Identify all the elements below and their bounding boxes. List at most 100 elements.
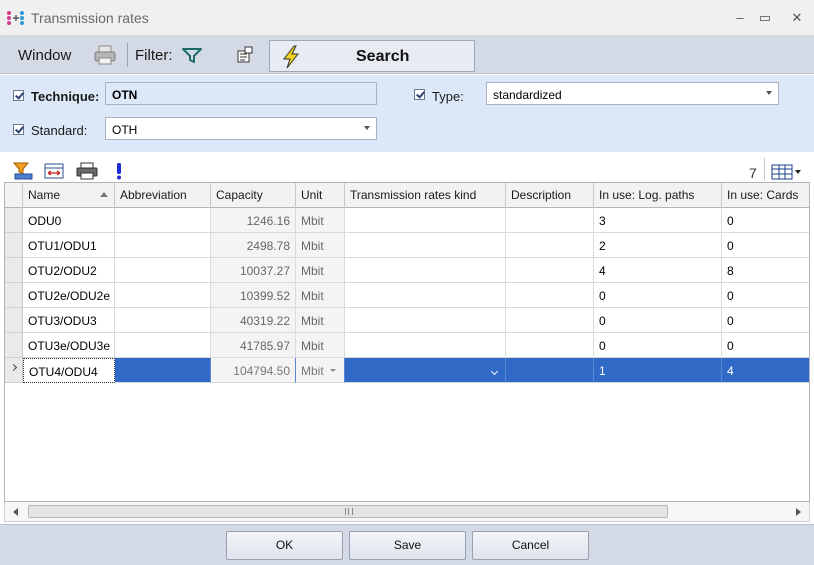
table-row[interactable]: OTU3e/ODU3e 41785.97 Mbit 0 0 <box>5 333 809 358</box>
type-dropdown[interactable]: standardized <box>486 82 779 105</box>
cell-abbreviation[interactable] <box>115 308 211 333</box>
technique-field[interactable]: OTN <box>105 82 377 105</box>
cell-description[interactable] <box>506 358 594 383</box>
column-header-abbreviation[interactable]: Abbreviation <box>115 183 211 208</box>
cell-unit[interactable]: Mbit <box>296 333 345 358</box>
cell-kind[interactable] <box>345 258 506 283</box>
row-indicator[interactable] <box>5 358 23 383</box>
cell-unit[interactable]: Mbit <box>296 258 345 283</box>
window-menu[interactable]: Window <box>18 47 71 64</box>
column-width-icon[interactable] <box>44 162 64 180</box>
cell-log-paths[interactable]: 3 <box>594 208 722 233</box>
column-header-cards[interactable]: In use: Cards <box>722 183 809 208</box>
table-row[interactable]: OTU2/ODU2 10037.27 Mbit 4 8 <box>5 258 809 283</box>
table-row[interactable]: OTU4/ODU4 104794.50 Mbit 1 4 <box>5 358 809 383</box>
cell-cards[interactable]: 8 <box>722 258 809 283</box>
column-header-capacity[interactable]: Capacity <box>211 183 296 208</box>
table-row[interactable]: OTU3/ODU3 40319.22 Mbit 0 0 <box>5 308 809 333</box>
cell-capacity[interactable]: 10399.52 <box>211 283 296 308</box>
cell-description[interactable] <box>506 308 594 333</box>
cell-description[interactable] <box>506 333 594 358</box>
minimize-button[interactable]: – <box>728 8 752 28</box>
row-indicator[interactable] <box>5 283 23 308</box>
type-checkbox[interactable] <box>414 89 425 100</box>
cell-capacity[interactable]: 40319.22 <box>211 308 296 333</box>
cell-description[interactable] <box>506 208 594 233</box>
cell-cards[interactable]: 0 <box>722 233 809 258</box>
cell-capacity[interactable]: 41785.97 <box>211 333 296 358</box>
cell-kind[interactable] <box>345 233 506 258</box>
cell-unit[interactable]: Mbit <box>296 358 345 383</box>
cancel-button[interactable]: Cancel <box>472 531 589 560</box>
cell-description[interactable] <box>506 258 594 283</box>
cell-log-paths[interactable]: 4 <box>594 258 722 283</box>
properties-icon[interactable] <box>236 46 254 64</box>
cell-name[interactable]: OTU1/ODU1 <box>23 233 115 258</box>
cell-log-paths[interactable]: 0 <box>594 308 722 333</box>
cell-log-paths[interactable]: 1 <box>594 358 722 383</box>
scroll-left-icon[interactable] <box>13 508 18 516</box>
cell-kind[interactable] <box>345 308 506 333</box>
column-header-log-paths[interactable]: In use: Log. paths <box>594 183 722 208</box>
cell-cards[interactable]: 0 <box>722 333 809 358</box>
cell-log-paths[interactable]: 0 <box>594 283 722 308</box>
cell-name[interactable]: OTU2/ODU2 <box>23 258 115 283</box>
row-indicator[interactable] <box>5 208 23 233</box>
column-header-name[interactable]: Name <box>23 183 115 208</box>
table-row[interactable]: OTU1/ODU1 2498.78 Mbit 2 0 <box>5 233 809 258</box>
close-button[interactable]: ✕ <box>785 8 809 28</box>
printer-icon[interactable] <box>94 45 116 65</box>
cell-cards[interactable]: 4 <box>722 358 809 383</box>
save-button[interactable]: Save <box>349 531 466 560</box>
cell-kind[interactable] <box>345 333 506 358</box>
cell-cards[interactable]: 0 <box>722 283 809 308</box>
cell-name[interactable]: OTU4/ODU4 <box>23 358 115 383</box>
column-header-unit[interactable]: Unit <box>296 183 345 208</box>
cell-abbreviation[interactable] <box>115 283 211 308</box>
exclamation-icon[interactable] <box>114 162 124 180</box>
technique-checkbox[interactable] <box>13 90 24 101</box>
cell-unit[interactable]: Mbit <box>296 283 345 308</box>
cell-description[interactable] <box>506 283 594 308</box>
cell-abbreviation[interactable] <box>115 208 211 233</box>
cell-cards[interactable]: 0 <box>722 208 809 233</box>
cell-description[interactable] <box>506 233 594 258</box>
search-button[interactable]: Search <box>269 40 475 72</box>
standard-dropdown[interactable]: OTH <box>105 117 377 140</box>
cell-name[interactable]: OTU3e/ODU3e <box>23 333 115 358</box>
cell-capacity[interactable]: 2498.78 <box>211 233 296 258</box>
column-chooser-icon[interactable] <box>771 164 803 180</box>
print-grid-icon[interactable] <box>76 162 98 180</box>
cell-abbreviation[interactable] <box>115 333 211 358</box>
maximize-button[interactable]: ▭ <box>753 8 777 28</box>
table-row[interactable]: ODU0 1246.16 Mbit 3 0 <box>5 208 809 233</box>
cell-kind[interactable] <box>345 283 506 308</box>
clear-filter-icon[interactable] <box>12 162 34 180</box>
cell-abbreviation[interactable] <box>115 258 211 283</box>
ok-button[interactable]: OK <box>226 531 343 560</box>
cell-unit[interactable]: Mbit <box>296 308 345 333</box>
cell-name[interactable]: OTU2e/ODU2e <box>23 283 115 308</box>
cell-cards[interactable]: 0 <box>722 308 809 333</box>
horizontal-scrollbar[interactable] <box>4 502 810 522</box>
cell-abbreviation[interactable] <box>115 358 211 383</box>
row-indicator[interactable] <box>5 233 23 258</box>
cell-unit[interactable]: Mbit <box>296 208 345 233</box>
row-indicator[interactable] <box>5 333 23 358</box>
cell-log-paths[interactable]: 0 <box>594 333 722 358</box>
column-header-description[interactable]: Description <box>506 183 594 208</box>
table-row[interactable]: OTU2e/ODU2e 10399.52 Mbit 0 0 <box>5 283 809 308</box>
cell-kind[interactable] <box>345 358 506 383</box>
scroll-right-icon[interactable] <box>796 508 801 516</box>
row-indicator[interactable] <box>5 308 23 333</box>
cell-name[interactable]: OTU3/ODU3 <box>23 308 115 333</box>
cell-unit[interactable]: Mbit <box>296 233 345 258</box>
column-header-kind[interactable]: Transmission rates kind <box>345 183 506 208</box>
cell-abbreviation[interactable] <box>115 233 211 258</box>
standard-checkbox[interactable] <box>13 124 24 135</box>
funnel-filter-icon[interactable] <box>182 48 202 64</box>
scrollbar-thumb[interactable] <box>28 505 668 518</box>
cell-capacity[interactable]: 104794.50 <box>211 358 296 383</box>
cell-capacity[interactable]: 1246.16 <box>211 208 296 233</box>
cell-kind[interactable] <box>345 208 506 233</box>
